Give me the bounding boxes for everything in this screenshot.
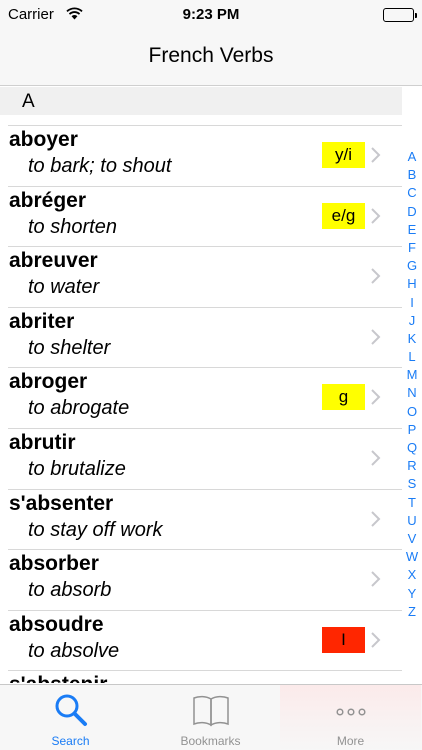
index-letter[interactable]: Y	[402, 585, 422, 603]
tab-bar: Search Bookmarks More	[0, 684, 422, 750]
verb-name: abrutir	[9, 430, 76, 454]
verb-row[interactable]: abréger to shorten e/g	[0, 185, 402, 247]
verb-list[interactable]: aboyer to bark; to shout y/i abréger to shor…	[0, 125, 402, 683]
verb-translation: to bark; to shout	[28, 155, 172, 177]
index-letter[interactable]: B	[402, 166, 422, 184]
battery-icon	[383, 8, 417, 22]
index-letter[interactable]: S	[402, 475, 422, 493]
index-letter[interactable]: I	[402, 294, 422, 312]
index-letter[interactable]: J	[402, 312, 422, 330]
page-title: French Verbs	[148, 44, 274, 67]
verb-name: s'abstenir	[9, 673, 107, 683]
index-letter[interactable]: P	[402, 421, 422, 439]
verb-row[interactable]: s'absenter to stay off work	[0, 488, 402, 550]
section-header: A	[0, 87, 402, 115]
conjugation-badge: g	[322, 384, 365, 411]
index-letter[interactable]: U	[402, 512, 422, 530]
verb-name: aboyer	[9, 128, 78, 151]
index-letter[interactable]: N	[402, 384, 422, 402]
conjugation-badge: I	[322, 626, 365, 653]
index-letter[interactable]: K	[402, 330, 422, 348]
verb-row[interactable]: absoudre to absolve I	[0, 609, 402, 671]
verb-row[interactable]: abreuver to water	[0, 246, 402, 307]
tab-more[interactable]: More	[280, 685, 421, 750]
chevron-right-icon	[371, 632, 381, 648]
verb-translation: to brutalize	[28, 457, 126, 480]
chevron-right-icon	[371, 510, 381, 527]
verb-name: absoudre	[9, 612, 104, 636]
index-letter[interactable]: R	[402, 457, 422, 475]
index-letter[interactable]: T	[402, 494, 422, 512]
tab-label: Search	[51, 734, 90, 748]
verb-translation: to stay off work	[28, 518, 163, 541]
index-letter[interactable]: L	[402, 348, 422, 366]
verb-name: abroger	[9, 370, 88, 394]
conjugation-badge: e/g	[322, 202, 365, 229]
index-letter[interactable]: Q	[402, 439, 422, 457]
tab-label: Bookmarks	[180, 734, 241, 748]
tab-bookmarks[interactable]: Bookmarks	[140, 685, 281, 750]
verb-row[interactable]: abriter to shelter	[0, 306, 402, 368]
navigation-bar: French Verbs	[0, 30, 422, 86]
verb-translation: to water	[28, 276, 100, 299]
verb-translation: to absolve	[28, 639, 120, 662]
index-letter[interactable]: X	[402, 566, 422, 584]
verb-row[interactable]: abroger to abrogate g	[0, 367, 402, 428]
verb-row[interactable]: absorber to absorb	[0, 549, 402, 610]
status-bar: Carrier 9:23 PM	[0, 0, 422, 30]
verb-name: abriter	[9, 309, 75, 333]
verb-name: abreuver	[9, 249, 98, 273]
alphabet-index[interactable]: ABCDEFGHIJKLMNOPQRSTUVWXYZ	[402, 148, 422, 621]
tab-label: More	[336, 734, 365, 748]
verb-name: abréger	[9, 188, 87, 212]
index-letter[interactable]: H	[402, 275, 422, 293]
status-time: 9:23 PM	[182, 6, 240, 23]
index-letter[interactable]: A	[402, 148, 422, 166]
index-letter[interactable]: V	[402, 530, 422, 548]
chevron-right-icon	[371, 329, 381, 345]
chevron-right-icon	[371, 147, 381, 163]
chevron-right-icon	[371, 268, 381, 284]
chevron-right-icon	[371, 389, 381, 406]
verb-translation: to shorten	[28, 215, 117, 238]
index-letter[interactable]: C	[402, 184, 422, 202]
index-letter[interactable]: W	[402, 548, 422, 566]
chevron-right-icon	[371, 571, 381, 587]
section-letter: A	[22, 91, 35, 112]
index-letter[interactable]: D	[402, 203, 422, 221]
verb-translation: to absorb	[28, 579, 112, 602]
verb-name: absorber	[9, 552, 99, 576]
verb-row[interactable]: abrutir to brutalize	[0, 427, 402, 489]
verb-translation: to abrogate	[28, 397, 130, 420]
index-letter[interactable]: F	[402, 239, 422, 257]
chevron-right-icon	[371, 450, 381, 466]
index-letter[interactable]: M	[402, 366, 422, 384]
index-letter[interactable]: O	[402, 403, 422, 421]
tab-search[interactable]: Search	[0, 685, 141, 750]
conjugation-badge: y/i	[322, 142, 365, 168]
verb-row[interactable]: aboyer to bark; to shout y/i	[0, 125, 402, 186]
verb-name: s'absenter	[9, 491, 114, 515]
verb-row[interactable]: s'abstenir	[0, 670, 402, 683]
index-letter[interactable]: E	[402, 221, 422, 239]
verb-translation: to shelter	[28, 336, 111, 359]
index-letter[interactable]: G	[402, 257, 422, 275]
index-letter[interactable]: Z	[402, 603, 422, 621]
chevron-right-icon	[371, 207, 381, 224]
